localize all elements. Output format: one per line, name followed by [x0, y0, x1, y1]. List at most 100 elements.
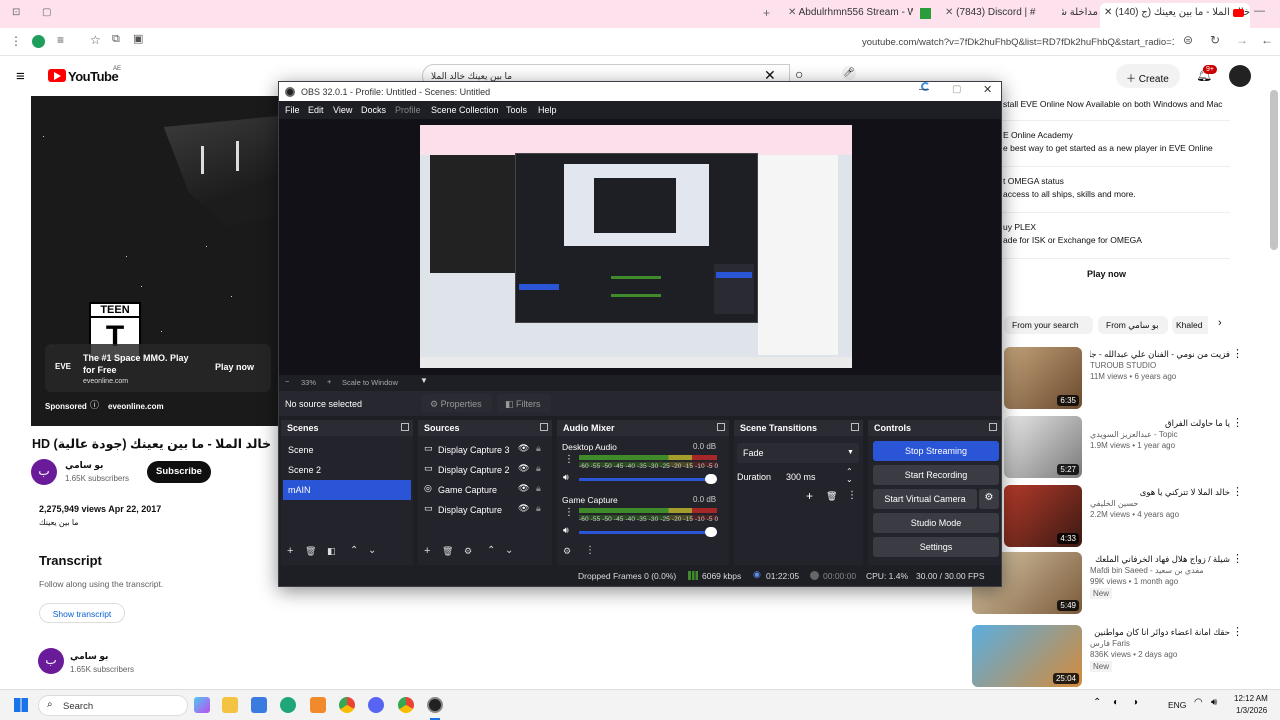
undock-icon[interactable]	[989, 423, 997, 431]
channel-name[interactable]: بو سامي	[65, 460, 103, 471]
file-explorer-icon[interactable]	[222, 697, 238, 713]
description-box[interactable]: 2,275,949 views Apr 22, 2017 ما بين يعين…	[31, 500, 278, 534]
video-thumbnail[interactable]: 4:33	[1004, 485, 1082, 547]
chrome-profile-icon[interactable]	[398, 697, 414, 713]
close-icon[interactable]: ✕	[983, 85, 992, 96]
ad-line[interactable]: E Online Academy	[1003, 130, 1073, 140]
undock-icon[interactable]	[717, 423, 725, 431]
reload-icon[interactable]: ⋮	[10, 35, 22, 47]
tray-expand-icon[interactable]: ⌃	[1093, 698, 1101, 708]
start-virtual-camera-button[interactable]: Start Virtual Camera	[873, 489, 977, 509]
create-button[interactable]: ＋ Create	[1116, 64, 1180, 88]
transition-select[interactable]: Fade ▼	[737, 443, 859, 463]
chip-khaled[interactable]: Khaled	[1172, 316, 1208, 334]
search-icon[interactable]: ○	[795, 67, 803, 81]
hamburger-menu-icon[interactable]: ≡	[16, 69, 25, 84]
video-thumbnail[interactable]: 5:27	[1004, 416, 1082, 478]
ad-line[interactable]: stall EVE Online Now Available on both W…	[1003, 99, 1223, 109]
zoom-out-icon[interactable]: −	[285, 378, 289, 386]
more-vert-icon[interactable]: ⋮	[1232, 554, 1243, 565]
screenshot-icon[interactable]: ▣	[133, 34, 143, 45]
minimize-icon[interactable]: —	[919, 85, 929, 95]
menu-docks[interactable]: Docks	[361, 105, 386, 115]
tab-youtube-active[interactable]: ✕ (140) خالد الملا - ما بين يعينك (ج	[1100, 3, 1250, 28]
trash-icon[interactable]: 🗑︎	[442, 547, 453, 556]
close-icon[interactable]: ✕	[945, 7, 956, 18]
back-icon[interactable]: ←	[1261, 34, 1273, 46]
scene-item[interactable]: Scene	[283, 440, 411, 460]
language-indicator[interactable]: ENG	[1168, 700, 1186, 710]
spin-down-icon[interactable]: ⌄	[846, 476, 853, 484]
chip-from-search[interactable]: From your search	[1004, 316, 1093, 334]
more-vert-icon[interactable]: ⋮	[585, 546, 595, 556]
extension-icon[interactable]: ⧉	[112, 34, 120, 45]
trash-icon[interactable]: 🗑︎	[305, 547, 316, 556]
ad-line[interactable]: uy PLEX	[1003, 222, 1036, 232]
settings-button[interactable]: Settings	[873, 537, 999, 557]
trash-icon[interactable]: 🗑︎	[826, 492, 837, 501]
add-icon[interactable]: +	[287, 546, 293, 557]
show-transcript-button[interactable]: Show transcript	[39, 603, 125, 623]
obs-taskbar-icon[interactable]	[427, 697, 443, 713]
tab-search-icon[interactable]: ▢	[42, 8, 51, 18]
ad-line[interactable]: t OMEGA status	[1003, 176, 1064, 186]
volume-icon[interactable]: 🔊︎	[563, 526, 569, 535]
more-vert-icon[interactable]: ⋮	[847, 491, 857, 501]
add-icon[interactable]: +	[806, 490, 813, 502]
clear-search-icon[interactable]: ✕	[764, 68, 776, 82]
eye-icon[interactable]: 👁︎	[518, 484, 529, 493]
move-up-icon[interactable]: ⌃	[487, 546, 495, 556]
new-tab-icon[interactable]: +	[763, 7, 770, 19]
related-video[interactable]: يا ما حاولت الفراق عبدالعزيز السويدي - T…	[1090, 418, 1230, 451]
menu-profile[interactable]: Profile	[395, 105, 421, 115]
volume-slider-handle[interactable]	[705, 474, 717, 484]
more-vert-icon[interactable]: ⋮	[1232, 418, 1243, 429]
move-up-icon[interactable]: ⌃	[350, 546, 358, 556]
tab-poetry[interactable]: مداخلة شعرية - ضحايا حملات النذر	[1062, 7, 1098, 18]
minimize-icon[interactable]: —	[1254, 6, 1265, 17]
tune-icon[interactable]: ≡	[57, 34, 64, 46]
lock-icon[interactable]: 🔒︎	[536, 444, 541, 453]
info-icon[interactable]: ⓘ	[90, 401, 99, 410]
video-thumbnail[interactable]: 6:35	[1004, 347, 1082, 409]
forward-icon[interactable]: →	[1236, 34, 1248, 46]
clock-date[interactable]: 1/3/2026	[1236, 706, 1267, 715]
discord-icon[interactable]	[368, 697, 384, 713]
copilot-icon[interactable]	[194, 697, 210, 713]
related-video[interactable]: فزيت من نومي - الفنان علي عبدالله - جلسا…	[1090, 349, 1230, 382]
clock-time[interactable]: 12:12 AM	[1234, 694, 1268, 703]
app-icon[interactable]	[310, 697, 326, 713]
video-thumbnail[interactable]: 25:04	[972, 625, 1082, 687]
undock-icon[interactable]	[540, 423, 548, 431]
browser-menu-icon[interactable]: ⊡	[12, 8, 20, 18]
sidebar-play-now[interactable]: Play now	[1087, 269, 1126, 279]
play-now-button[interactable]: Play now	[215, 362, 254, 372]
related-video[interactable]: شيلة / زواج هلال فهاد الخرفاني الملعك Ma…	[1090, 554, 1230, 599]
edge-icon[interactable]	[280, 697, 296, 713]
zoom-level[interactable]: 33%	[301, 378, 316, 387]
video-player[interactable]: TEEN T EVE The #1 Space MMO. Play for Fr…	[31, 96, 278, 426]
stop-streaming-button[interactable]: Stop Streaming	[873, 441, 999, 461]
maximize-icon[interactable]: ▢	[952, 85, 961, 95]
move-down-icon[interactable]: ⌄	[368, 546, 376, 556]
tray-app-icon[interactable]: ◑	[1132, 698, 1138, 708]
tab-discord[interactable]: ✕ (7843) Discord | #	[945, 7, 1060, 18]
lock-icon[interactable]: 🔒︎	[536, 464, 541, 473]
eye-icon[interactable]: 👁︎	[518, 504, 529, 513]
volume-slider-track[interactable]	[579, 478, 717, 481]
more-vert-icon[interactable]: ⋮	[1232, 349, 1243, 360]
scene-item[interactable]: Scene 2	[283, 460, 411, 480]
eye-icon[interactable]: 👁︎	[518, 444, 529, 453]
mic-icon[interactable]: 🎤︎	[842, 66, 856, 80]
properties-button[interactable]: ⚙ Properties	[422, 394, 492, 412]
menu-file[interactable]: File	[285, 105, 300, 115]
gear-icon[interactable]: ⚙	[464, 547, 472, 556]
filters-button[interactable]: ◧ Filters	[497, 394, 551, 412]
advanced-audio-icon[interactable]: ⚙	[563, 547, 571, 556]
scene-item-selected[interactable]: mAIN	[283, 480, 411, 500]
add-icon[interactable]: +	[424, 546, 430, 557]
windows-start-icon[interactable]	[14, 698, 28, 712]
menu-edit[interactable]: Edit	[308, 105, 324, 115]
obs-preview-area[interactable]	[279, 119, 1001, 375]
volume-icon[interactable]: 🔊︎	[563, 473, 569, 482]
